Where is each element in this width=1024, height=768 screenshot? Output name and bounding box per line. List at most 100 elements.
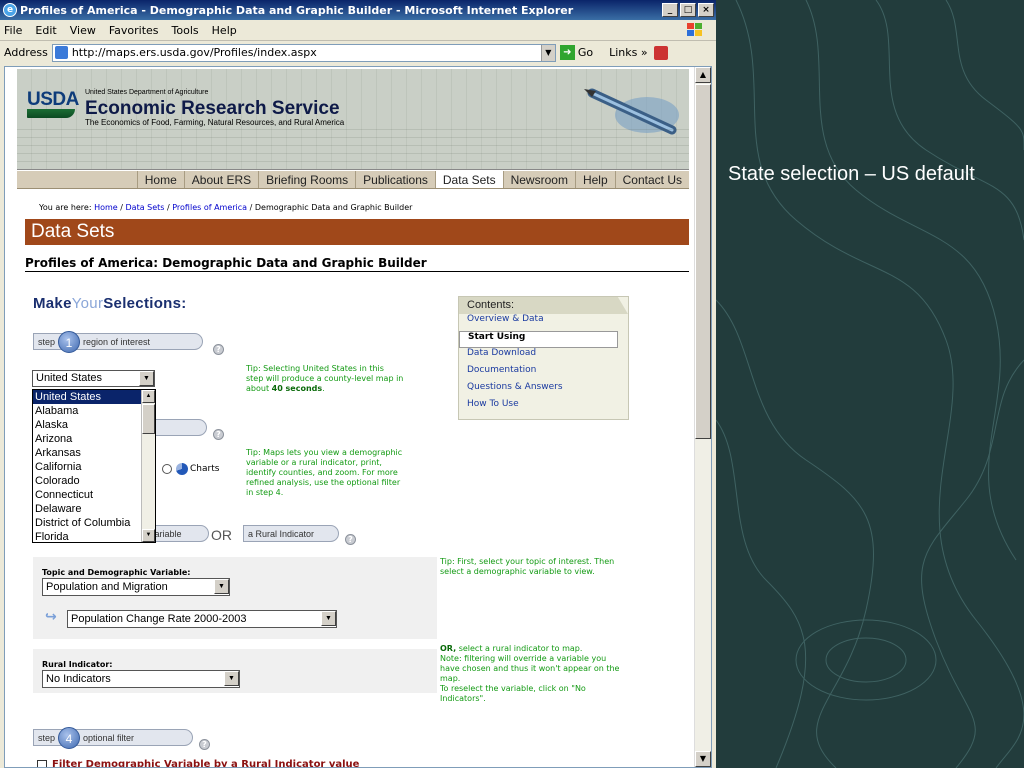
nav-home[interactable]: Home — [136, 171, 184, 188]
go-arrow-icon: ➜ — [559, 45, 575, 60]
rural-indicator-tab[interactable]: a Rural Indicator — [243, 525, 339, 542]
region-option-alabama[interactable]: Alabama — [33, 404, 155, 418]
browser-window: e Profiles of America - Demographic Data… — [0, 0, 716, 768]
breadcrumb-profiles[interactable]: Profiles of America — [172, 203, 247, 212]
breadcrumb-home[interactable]: Home — [94, 203, 118, 212]
nav-newsroom[interactable]: Newsroom — [502, 171, 575, 188]
chevron-down-icon[interactable]: ▼ — [224, 671, 239, 686]
help-icon[interactable]: ? — [213, 344, 224, 355]
region-option-florida[interactable]: Florida — [33, 530, 155, 542]
region-option-colorado[interactable]: Colorado — [33, 474, 155, 488]
web-page: USDA United States Department of Agricul… — [5, 67, 695, 767]
region-option-united-states[interactable]: United States — [33, 390, 155, 404]
tip-rural-first: select a rural indicator to map. — [456, 644, 583, 653]
nav-about-ers[interactable]: About ERS — [183, 171, 258, 188]
region-option-arkansas[interactable]: Arkansas — [33, 446, 155, 460]
chevron-down-icon[interactable]: ▼ — [540, 44, 555, 61]
heading-make: Make — [33, 295, 72, 312]
region-option-district-of-columbia[interactable]: District of Columbia — [33, 516, 155, 530]
usda-logo[interactable]: USDA — [27, 89, 79, 125]
contents-overview-link[interactable]: Overview & Data — [459, 314, 628, 331]
nav-contact-us[interactable]: Contact Us — [614, 171, 689, 188]
tip-region: Tip: Selecting United States in this ste… — [246, 364, 403, 394]
contents-start-using-link[interactable]: Start Using — [459, 331, 618, 348]
department-name: United States Department of Agriculture — [85, 89, 209, 96]
close-button[interactable]: × — [698, 3, 714, 17]
charts-label: Charts — [190, 464, 220, 474]
nav-help[interactable]: Help — [574, 171, 615, 188]
toolbar-extension-icon[interactable] — [653, 45, 668, 60]
go-button[interactable]: ➜ Go — [559, 45, 594, 60]
region-option-california[interactable]: California — [33, 460, 155, 474]
variable-select[interactable]: Population Change Rate 2000-2003 ▼ — [67, 610, 337, 628]
menu-file[interactable]: File — [4, 24, 22, 37]
menu-favorites[interactable]: Favorites — [109, 24, 159, 37]
region-option-delaware[interactable]: Delaware — [33, 502, 155, 516]
help-icon[interactable]: ? — [213, 429, 224, 440]
page-scroll-thumb[interactable] — [695, 84, 711, 439]
tip-maps-line-2: variable or a rural indicator, print, — [246, 458, 382, 467]
pie-chart-icon — [176, 463, 188, 475]
breadcrumb-data-sets[interactable]: Data Sets — [126, 203, 165, 212]
step-number-1: 1 — [58, 330, 81, 353]
topic-select[interactable]: Population and Migration ▼ — [42, 578, 230, 596]
menu-edit[interactable]: Edit — [35, 24, 56, 37]
tip-rural-line-5: To reselect the variable, click on "No — [440, 684, 586, 693]
menu-help[interactable]: Help — [212, 24, 237, 37]
chevron-down-icon[interactable]: ▼ — [214, 579, 229, 594]
tip-rural-line-6: Indicators". — [440, 694, 486, 703]
nav-publications[interactable]: Publications — [355, 171, 435, 188]
charts-radio[interactable] — [162, 464, 172, 474]
filter-checkbox[interactable] — [37, 759, 47, 767]
charts-option[interactable]: Charts — [162, 463, 219, 475]
scroll-down-icon[interactable]: ▼ — [142, 529, 155, 542]
usda-logo-text: USDA — [27, 89, 79, 110]
page-scrollbar[interactable]: ▲ ▼ — [694, 67, 711, 767]
nav-data-sets[interactable]: Data Sets — [434, 171, 503, 188]
tip-rural-line-2: Note: filtering will override a variable… — [440, 654, 607, 663]
chevron-down-icon[interactable]: ▼ — [321, 611, 336, 626]
address-input[interactable]: http://maps.ers.usda.gov/Profiles/index.… — [51, 43, 556, 62]
contents-data-download-link[interactable]: Data Download — [459, 348, 628, 365]
filter-option[interactable]: Filter Demographic Variable by a Rural I… — [37, 759, 359, 767]
region-option-connecticut[interactable]: Connecticut — [33, 488, 155, 502]
minimize-button[interactable]: _ — [662, 3, 678, 17]
rural-tab-label: a Rural Indicator — [248, 528, 315, 539]
heading-your: Your — [71, 295, 104, 312]
region-select[interactable]: United States ▼ — [32, 370, 155, 387]
tip-region-line-1: Tip: Selecting United States in this — [246, 364, 384, 373]
region-dropdown-list[interactable]: United States Alabama Alaska Arizona Ark… — [32, 389, 156, 543]
contents-qa-link[interactable]: Questions & Answers — [459, 382, 628, 399]
chevron-down-icon[interactable]: ▼ — [139, 371, 154, 386]
tip-rural: OR, select a rural indicator to map. Not… — [440, 644, 619, 704]
contents-how-to-use-link[interactable]: How To Use — [459, 399, 628, 416]
maximize-button[interactable]: □ — [680, 3, 696, 17]
links-button[interactable]: Links » — [609, 46, 647, 59]
topic-panel: Topic and Demographic Variable: Populati… — [33, 557, 437, 639]
help-icon[interactable]: ? — [199, 739, 210, 750]
tip-region-line-2: step will produce a county-level map in — [246, 374, 404, 383]
scroll-up-icon[interactable]: ▲ — [695, 67, 711, 83]
menu-view[interactable]: View — [70, 24, 96, 37]
rural-indicator-select[interactable]: No Indicators ▼ — [42, 670, 240, 688]
main-nav: Home About ERS Briefing Rooms Publicatio… — [17, 171, 689, 189]
tip-rural-line-4: map. — [440, 674, 461, 683]
tip-maps: Tip: Maps lets you view a demographic va… — [246, 448, 402, 498]
scroll-down-icon[interactable]: ▼ — [695, 751, 711, 767]
region-option-arizona[interactable]: Arizona — [33, 432, 155, 446]
region-option-alaska[interactable]: Alaska — [33, 418, 155, 432]
list-scroll-thumb[interactable] — [142, 404, 155, 434]
window-title: Profiles of America - Demographic Data a… — [20, 3, 574, 17]
help-icon[interactable]: ? — [345, 534, 356, 545]
scroll-up-icon[interactable]: ▲ — [142, 390, 155, 403]
agency-tagline: The Economics of Food, Farming, Natural … — [85, 118, 345, 127]
menu-tools[interactable]: Tools — [172, 24, 199, 37]
contents-documentation-link[interactable]: Documentation — [459, 365, 628, 382]
tip-rural-or: OR, — [440, 644, 457, 653]
site-header: USDA United States Department of Agricul… — [17, 69, 689, 170]
go-label: Go — [577, 46, 594, 59]
rural-indicator-panel: Rural Indicator: No Indicators ▼ — [33, 649, 437, 693]
list-scrollbar[interactable]: ▲ ▼ — [141, 390, 155, 542]
tip-maps-line-5: in step 4. — [246, 488, 284, 497]
nav-briefing-rooms[interactable]: Briefing Rooms — [258, 171, 355, 188]
